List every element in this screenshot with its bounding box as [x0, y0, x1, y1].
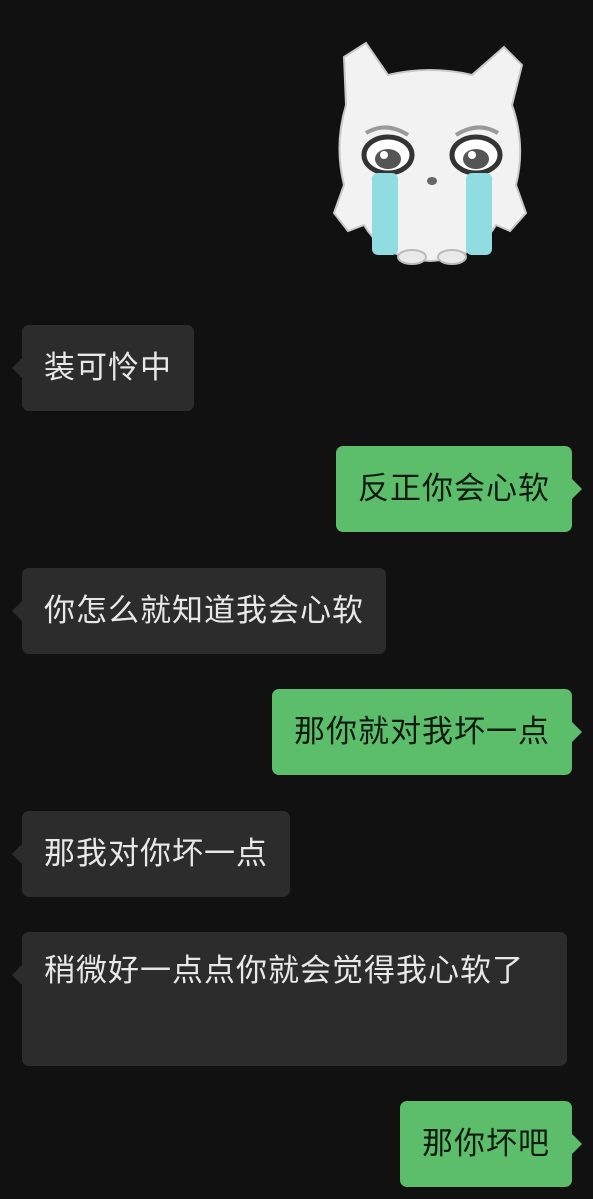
crying-cat-sticker-icon[interactable] — [326, 35, 534, 267]
message-text: 那我对你坏一点 — [44, 836, 268, 872]
message-text: 你怎么就知道我会心软 — [44, 593, 364, 629]
message-text: 那你坏吧 — [422, 1126, 550, 1162]
message-bubble-outgoing[interactable]: 那你就对我坏一点 — [272, 689, 582, 775]
message-text: 那你就对我坏一点 — [294, 714, 550, 750]
message-bubble-incoming[interactable]: 稍微好一点点你就会觉得我心软了 — [12, 932, 567, 1066]
message-bubble-outgoing[interactable]: 反正你会心软 — [336, 446, 582, 532]
message-bubble-incoming[interactable]: 装可怜中 — [12, 325, 194, 411]
message-bubble-incoming[interactable]: 你怎么就知道我会心软 — [12, 568, 386, 654]
message-bubble-outgoing[interactable]: 那你坏吧 — [400, 1101, 582, 1187]
message-bubble-incoming[interactable]: 那我对你坏一点 — [12, 811, 290, 897]
chat-window: 装可怜中 反正你会心软 你怎么就知道我会心软 那你就对我坏一点 那我对你坏一点 … — [0, 0, 593, 1199]
message-text: 反正你会心软 — [358, 471, 550, 507]
message-text: 装可怜中 — [44, 350, 172, 386]
message-text: 稍微好一点点你就会觉得我心软了 — [44, 953, 524, 989]
